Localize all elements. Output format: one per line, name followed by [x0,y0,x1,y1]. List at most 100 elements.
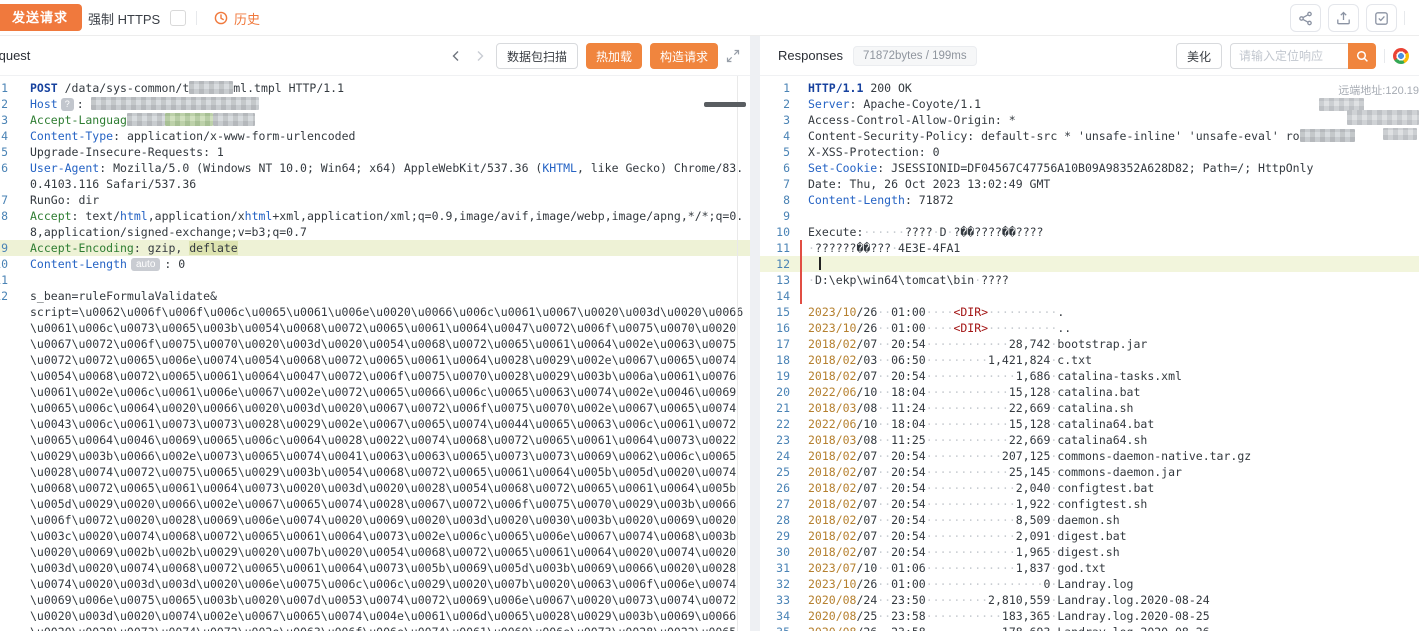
code-token: 23:58 [891,625,926,631]
code-token: god.txt [1057,561,1105,575]
nav-back-button[interactable] [448,48,464,64]
code-token: /08 [856,401,877,415]
expand-button[interactable] [726,49,740,63]
code-token: ·· [877,529,891,543]
code-token: 2020/08 [808,625,856,631]
beautify-button[interactable]: 美化 [1176,43,1222,69]
code-token: ············ [926,385,1009,399]
code-token: 20:54 [891,449,926,463]
code-token: ·· [877,417,891,431]
packet-scan-button[interactable]: 数据包扫描 [496,43,578,69]
line-content: s_bean=ruleFormulaValidate& [8,288,750,304]
export-button[interactable] [1328,4,1359,32]
code-line: 9 [760,208,1419,224]
code-token: 1,965 [1016,545,1051,559]
response-code: 1HTTP/1.1 200 OK2Server: Apache-Coyote/1… [760,80,1419,631]
batch-select-button[interactable] [1366,4,1397,32]
response-viewer[interactable]: 1HTTP/1.1 200 OK2Server: Apache-Coyote/1… [760,76,1419,631]
nav-forward-button[interactable] [472,48,488,64]
line-content: 2018/02/07··20:54·············1,965·dige… [790,544,1419,560]
code-token: 2018/02 [808,545,856,559]
code-token: ·· [877,449,891,463]
line-content: 2022/06/10··18:04············15,128·cata… [790,416,1419,432]
line-content: POST /data/sys-common/tml.tmpl HTTP/1.1 [8,80,750,96]
code-token: ················· [926,577,1044,591]
code-token: catalina.bat [1057,385,1140,399]
line-number: 1 [760,80,790,96]
code-token: 2018/02 [808,529,856,543]
line-number: 9 [0,240,8,256]
code-token: : application/x-www-form-urlencoded [113,129,355,143]
code-token: ·········· [988,305,1057,319]
code-token: 178,693 [1002,625,1050,631]
code-token: /07 [856,513,877,527]
line-number: 22 [760,416,790,432]
line-content: ·D:\ekp\win64\tomcat\bin·???? [790,272,1419,288]
line-number: 24 [760,448,790,464]
share-button[interactable] [1290,4,1321,32]
code-token: 22,669 [1009,433,1051,447]
code-token: configtest.sh [1057,497,1147,511]
code-token: 2,040 [1016,481,1051,495]
code-token: ··········· [926,449,1002,463]
code-token: 01:00 [891,305,926,319]
code-token: 18:04 [891,417,926,431]
code-token: catalina64.bat [1057,417,1154,431]
code-token: ···· [926,305,954,319]
code-line: 242018/02/07··20:54···········207,125·co… [760,448,1419,464]
code-token: Set-Cookie [808,161,877,175]
redacted-blur [1300,129,1355,142]
code-token: 01:00 [891,577,926,591]
code-line: 14 [760,288,1419,304]
line-content [8,272,750,288]
request-header-controls: 数据包扫描 热加载 构造请求 [448,36,740,76]
code-line: 5Upgrade-Insecure-Requests: 1 [0,144,750,160]
force-https-group: 强制 HTTPS [88,0,186,36]
code-token: ············· [926,369,1016,383]
code-line: 192018/02/07··20:54·············1,686·ca… [760,368,1419,384]
code-token: digest.sh [1057,545,1119,559]
code-token: ·········· [988,321,1057,335]
code-token: Accept [30,209,72,223]
search-input[interactable] [1230,43,1348,69]
code-line: 252018/02/07··20:54············25,145·co… [760,464,1419,480]
code-token: Upgrade-Insecure-Requests: 1 [30,145,224,159]
code-token: ··········· [926,609,1002,623]
redacted-blur [91,97,259,110]
code-token: 23:58 [891,609,926,623]
scrollbar-thumb[interactable] [704,102,746,107]
line-number: 19 [760,368,790,384]
line-number: 10 [0,256,8,272]
code-token: /25 [856,609,877,623]
request-panel: Request 数据包扫描 热加载 构造请求 1POST /data/sys-c… [0,36,750,631]
code-token: ml.tmpl HTTP/1.1 [233,81,344,95]
response-header-controls: 美化 [1176,36,1409,76]
line-number: 31 [760,560,790,576]
line-number [0,304,8,631]
search-button[interactable] [1348,43,1376,69]
line-number: 8 [760,192,790,208]
line-number: 3 [760,112,790,128]
code-line: 342020/08/25··23:58···········183,365·La… [760,608,1419,624]
hot-reload-button[interactable]: 热加载 [586,43,642,69]
code-token: 01:00 [891,321,926,335]
code-token: 20:54 [891,545,926,559]
build-request-button[interactable]: 构造请求 [650,43,718,69]
response-search [1230,43,1376,69]
send-request-button[interactable]: 发送请求 [0,4,82,31]
line-content: 2018/03/08··11:25············22,669·cata… [790,432,1419,448]
code-token: · [808,273,815,287]
history-button[interactable]: 历史 [214,0,260,36]
code-token: 2018/02 [808,353,856,367]
open-in-browser-icon[interactable] [1393,48,1409,64]
force-https-checkbox[interactable] [170,10,186,26]
code-token: 22,669 [1009,401,1051,415]
request-editor[interactable]: 1POST /data/sys-common/tml.tmpl HTTP/1.1… [0,76,750,631]
code-token: ············ [926,417,1009,431]
line-content: Date: Thu, 26 Oct 2023 13:02:49 GMT [790,176,1419,192]
code-token: Content-Length [808,193,905,207]
code-token: 2,810,559 [988,593,1050,607]
code-line: 12s_bean=ruleFormulaValidate& [0,288,750,304]
share-icon [1298,11,1313,26]
code-token: 2018/02 [808,513,856,527]
